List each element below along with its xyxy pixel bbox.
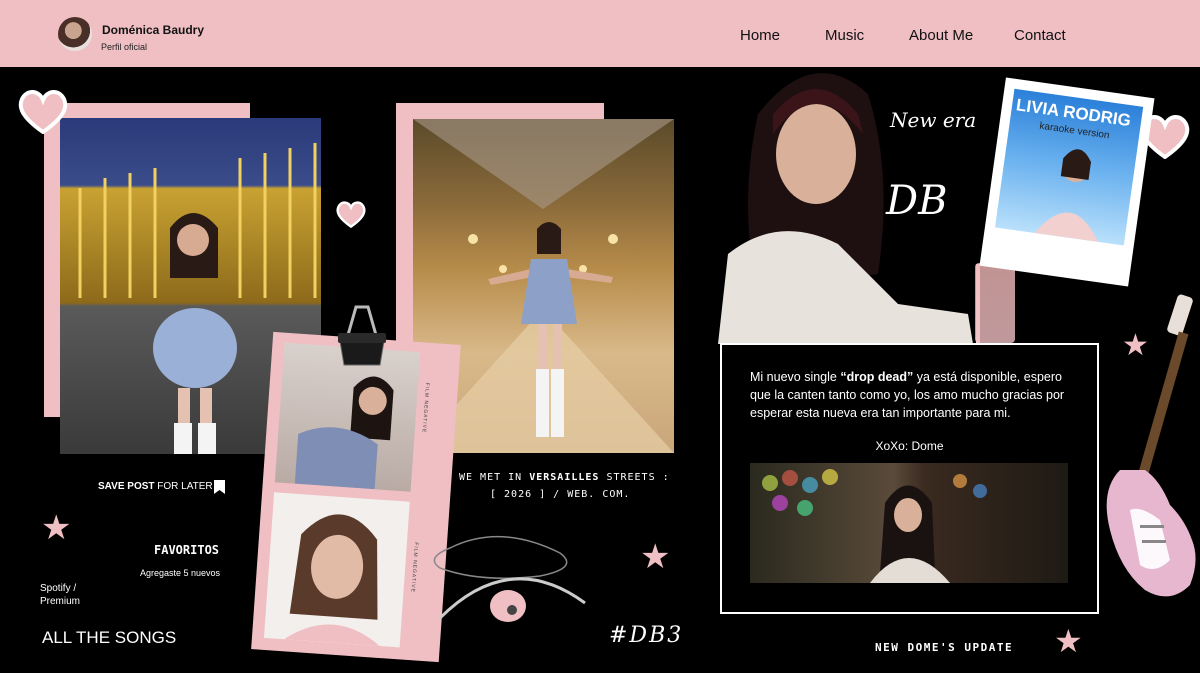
heart-icon [18,88,68,135]
perfume-bottle [975,263,1015,343]
save-post-rest: FOR LATER [154,481,213,492]
spotify-label[interactable]: Spotify / Premium [40,582,80,608]
polaroid-illustration [1034,149,1098,242]
update-text: Mi nuevo single “drop dead” ya está disp… [750,368,1080,422]
star-icon: ★ [1054,623,1083,659]
profile-name[interactable]: Doménica Baudry [102,23,204,37]
headphones-icon [420,528,600,638]
spotify-line-2: Premium [40,596,81,607]
guitar-icon [1100,290,1200,610]
profile-subtitle: Perfil oficial [101,42,148,52]
avatar[interactable] [58,17,92,51]
star-icon: ★ [41,509,72,547]
favoritos-subtitle: Agregaste 5 nuevos [140,568,221,578]
update-text-bold: “drop dead” [840,370,914,384]
film-photo-2-illustration [283,514,380,647]
save-post-label[interactable]: SAVE POST FOR LATER [98,481,213,492]
versailles-caption: WE MET IN VERSAILLES STREETS : [459,472,670,483]
nav-about-me[interactable]: About Me [909,27,973,44]
versailles-pre: WE MET IN [459,472,530,483]
versailles-post: STREETS : [599,472,670,483]
bookmark-icon[interactable] [214,480,225,494]
versailles-date: [ 2026 ] / WEB. COM. [490,489,631,500]
spotify-line-1: Spotify / [40,583,77,594]
db-logo: DB [886,178,948,224]
update-footer: NEW DOME'S UPDATE [875,641,1014,654]
nav-contact[interactable]: Contact [1014,27,1066,44]
favoritos-title[interactable]: FAVORITOS [154,543,219,557]
nav-music[interactable]: Music [825,27,864,44]
star-icon: ★ [640,538,671,576]
update-box: Mi nuevo single “drop dead” ya está disp… [720,343,1099,614]
film-photo-2[interactable] [263,492,410,648]
new-era-label: New era [890,108,977,132]
hashtag-label: #DB3 [609,623,684,648]
update-photo-illustration [762,469,987,583]
update-photo[interactable] [750,463,1068,583]
polaroid-photo[interactable]: LIVIA RODRIG karaoke version [979,77,1155,287]
film-edge-label: FILM NEGATIVE [420,382,431,434]
heart-icon [336,200,366,229]
nav-home[interactable]: Home [740,27,780,44]
all-the-songs-link[interactable]: ALL THE SONGS [42,628,176,648]
versailles-bold: VERSAILLES [529,472,600,483]
film-edge-label: FILM NEGATIVE [409,542,419,594]
update-text-pre: Mi nuevo single [750,370,841,384]
binder-clip-icon [334,303,390,369]
update-signoff: XoXo: Dome [875,439,944,453]
save-post-bold: SAVE POST [98,481,155,492]
polaroid-image: LIVIA RODRIG karaoke version [994,88,1144,246]
